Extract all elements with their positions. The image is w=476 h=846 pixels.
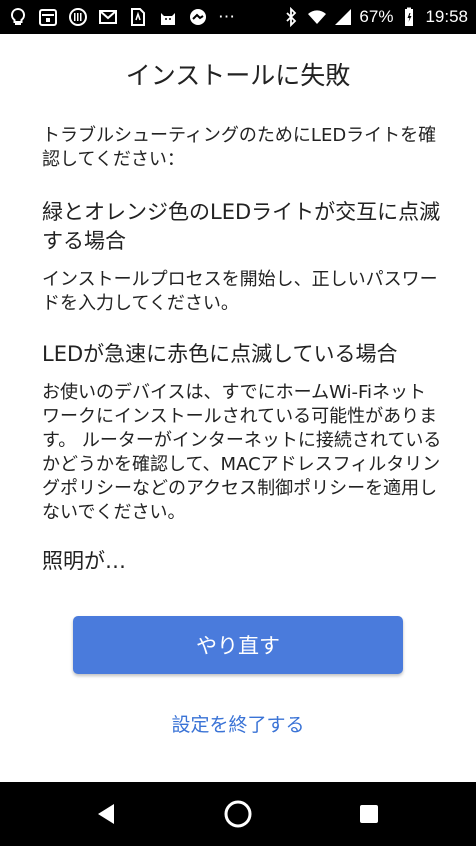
back-icon[interactable] (94, 802, 118, 826)
battery-icon (399, 7, 419, 27)
camera-icon (188, 7, 208, 27)
page-title: インストールに失敗 (125, 61, 351, 90)
document-icon (128, 7, 148, 27)
section-heading-partial: 照明が… (42, 549, 126, 573)
home-icon[interactable] (223, 799, 253, 829)
status-bar: ⋯ 67% 19:58 (0, 0, 476, 34)
battery-percent: 67% (359, 7, 394, 26)
recent-apps-icon[interactable] (359, 804, 379, 824)
exit-setup-link[interactable]: 設定を終了する (0, 710, 476, 737)
section-body-red-blink: お使いのデバイスは、すでにホームWi-Fiネットワークにインストールされている可… (42, 382, 442, 523)
intro-text: トラブルシューティングのためにLEDライトを確認してください： (42, 125, 437, 170)
system-status: 67% 19:58 (281, 7, 468, 27)
navigation-bar (0, 782, 476, 846)
troubleshooting-content[interactable]: トラブルシューティングのためにLEDライトを確認してください： 緑とオレンジ色の… (42, 124, 442, 590)
gmail-icon (98, 7, 118, 27)
section-heading-red-blink: LEDが急速に赤色に点滅している場合 (42, 342, 398, 366)
section-body-green-orange: インストールプロセスを開始し、正しいパスワードを入力してください。 (42, 269, 438, 314)
wifi-icon (307, 7, 327, 27)
lightbulb-icon (8, 7, 28, 27)
clock: 19:58 (425, 7, 468, 26)
signal-icon (333, 7, 353, 27)
more-dots-icon: ⋯ (218, 7, 235, 26)
calendar-icon (38, 7, 58, 27)
barcode-icon (68, 7, 88, 27)
bluetooth-icon (281, 7, 301, 27)
section-heading-green-orange: 緑とオレンジ色のLEDライトが交互に点滅する場合 (42, 200, 441, 253)
cat-icon (158, 7, 178, 27)
notification-icons: ⋯ (8, 7, 235, 27)
retry-button[interactable]: やり直す (73, 616, 403, 674)
